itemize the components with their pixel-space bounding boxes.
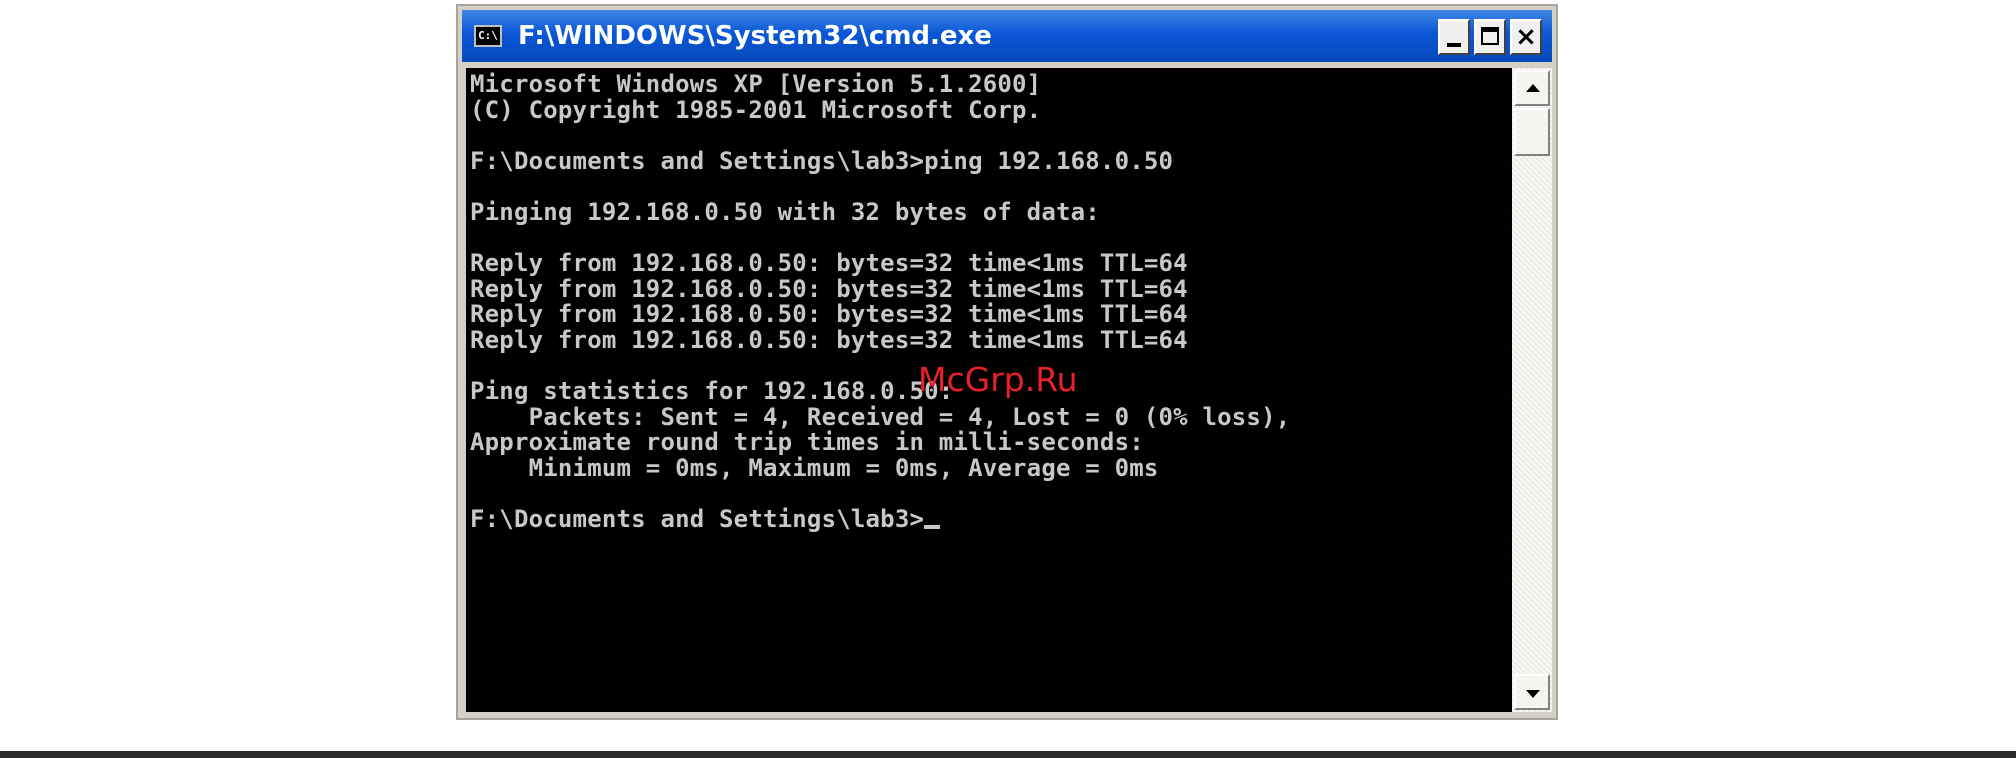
maximize-button[interactable] [1474, 19, 1506, 55]
close-icon: × [1515, 22, 1537, 52]
window-title: F:\WINDOWS\System32\cmd.exe [518, 21, 992, 51]
console-line: Microsoft Windows XP [Version 5.1.2600] [470, 70, 1042, 98]
scroll-up-button[interactable] [1514, 70, 1550, 106]
console-line: Minimum = 0ms, Maximum = 0ms, Average = … [470, 453, 1159, 482]
console-line: F:\Documents and Settings\lab3> [470, 505, 925, 534]
scroll-thumb[interactable] [1514, 108, 1550, 156]
console-line: Approximate round trip times in milli-se… [470, 428, 1144, 457]
maximize-icon [1481, 27, 1499, 45]
console-line: (C) Copyright 1985-2001 Microsoft Corp. [470, 95, 1042, 124]
minimize-icon [1447, 43, 1461, 47]
cmd-app-icon[interactable]: C:\ [474, 25, 502, 47]
console-line: Reply from 192.168.0.50: bytes=32 time<1… [470, 325, 1188, 354]
console-text: Microsoft Windows XP [Version 5.1.2600] … [470, 70, 1512, 534]
title-bar[interactable]: C:\ F:\WINDOWS\System32\cmd.exe × [462, 10, 1552, 62]
text-cursor [924, 525, 941, 530]
arrow-up-icon [1526, 84, 1540, 92]
console-line: Reply from 192.168.0.50: bytes=32 time<1… [470, 249, 1188, 278]
close-button[interactable]: × [1510, 19, 1542, 55]
console-line: Pinging 192.168.0.50 with 32 bytes of da… [470, 197, 1100, 226]
arrow-down-icon [1526, 690, 1540, 698]
watermark: McGrp.Ru [918, 360, 1078, 399]
console-line: F:\Documents and Settings\lab3>ping 192.… [470, 146, 1174, 175]
minimize-button[interactable] [1438, 19, 1470, 55]
footer-divider [0, 751, 2016, 758]
console-line: Reply from 192.168.0.50: bytes=32 time<1… [470, 300, 1188, 329]
console-line: Ping statistics for 192.168.0.50: [470, 377, 954, 406]
console-line: Packets: Sent = 4, Received = 4, Lost = … [470, 402, 1291, 431]
console-line: Reply from 192.168.0.50: bytes=32 time<1… [470, 274, 1188, 303]
scroll-down-button[interactable] [1514, 674, 1550, 710]
vertical-scrollbar[interactable] [1512, 68, 1552, 712]
